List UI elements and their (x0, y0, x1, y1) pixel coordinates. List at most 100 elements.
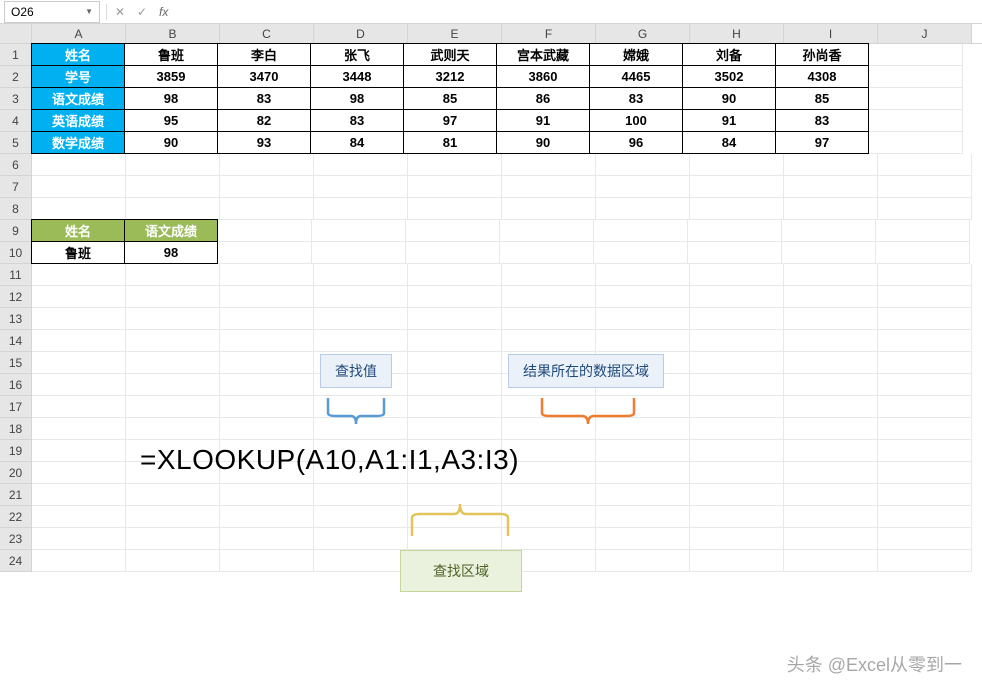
cell[interactable] (784, 374, 878, 396)
row-header[interactable]: 8 (0, 198, 32, 220)
row-header[interactable]: 1 (0, 44, 32, 66)
cell[interactable]: 宫本武藏 (496, 43, 590, 66)
row-header[interactable]: 14 (0, 330, 32, 352)
cell[interactable]: 93 (217, 131, 311, 154)
cell[interactable] (126, 418, 220, 440)
cell[interactable] (314, 286, 408, 308)
chevron-down-icon[interactable]: ▼ (85, 7, 93, 16)
cell[interactable] (32, 418, 126, 440)
cell[interactable] (784, 440, 878, 462)
cell[interactable] (32, 198, 126, 220)
cell[interactable] (314, 308, 408, 330)
row-header[interactable]: 5 (0, 132, 32, 154)
cell[interactable] (596, 198, 690, 220)
cell[interactable] (314, 264, 408, 286)
cell[interactable] (408, 308, 502, 330)
cell[interactable] (220, 352, 314, 374)
cell[interactable] (220, 198, 314, 220)
cell[interactable] (408, 330, 502, 352)
cell[interactable] (32, 462, 126, 484)
cell[interactable] (784, 286, 878, 308)
cancel-icon[interactable]: ✕ (109, 3, 131, 21)
cell[interactable] (784, 506, 878, 528)
cell[interactable] (314, 506, 408, 528)
cell[interactable] (502, 308, 596, 330)
cell[interactable] (784, 198, 878, 220)
cell[interactable] (878, 528, 972, 550)
cell[interactable]: 3212 (403, 65, 497, 88)
cell[interactable] (502, 286, 596, 308)
cell[interactable] (690, 330, 784, 352)
cell[interactable]: 85 (775, 87, 869, 110)
cell[interactable] (406, 242, 500, 264)
cell[interactable] (408, 374, 502, 396)
cell[interactable] (878, 264, 972, 286)
row-header[interactable]: 6 (0, 154, 32, 176)
select-all-corner[interactable] (0, 24, 32, 43)
cell[interactable] (126, 176, 220, 198)
cell[interactable] (502, 198, 596, 220)
cell[interactable] (126, 506, 220, 528)
cell[interactable] (784, 418, 878, 440)
col-header-A[interactable]: A (32, 24, 126, 43)
cell[interactable]: 84 (682, 131, 776, 154)
cell[interactable]: 90 (682, 87, 776, 110)
row-header[interactable]: 16 (0, 374, 32, 396)
col-header-J[interactable]: J (878, 24, 972, 43)
cell[interactable] (126, 550, 220, 572)
cell[interactable] (406, 220, 500, 242)
cell[interactable] (32, 550, 126, 572)
cell[interactable] (218, 220, 312, 242)
cell[interactable]: 3860 (496, 65, 590, 88)
cell[interactable] (32, 396, 126, 418)
cell[interactable]: 83 (589, 87, 683, 110)
cell[interactable] (784, 264, 878, 286)
cell[interactable] (126, 264, 220, 286)
col-header-H[interactable]: H (690, 24, 784, 43)
cell[interactable] (126, 154, 220, 176)
cell[interactable]: 嫦娥 (589, 43, 683, 66)
cell[interactable] (690, 506, 784, 528)
cell[interactable] (690, 374, 784, 396)
name-box[interactable]: O26 ▼ (4, 1, 100, 23)
cell[interactable]: 数学成绩 (31, 131, 125, 154)
cell[interactable] (314, 484, 408, 506)
cell[interactable] (690, 352, 784, 374)
row-header[interactable]: 7 (0, 176, 32, 198)
cell[interactable] (869, 132, 963, 154)
cell[interactable] (218, 242, 312, 264)
cell[interactable]: 97 (775, 131, 869, 154)
cell[interactable] (878, 154, 972, 176)
cell[interactable] (314, 198, 408, 220)
cell[interactable] (500, 242, 594, 264)
cell[interactable] (220, 396, 314, 418)
cell[interactable] (784, 176, 878, 198)
cell[interactable] (502, 154, 596, 176)
cell[interactable] (408, 154, 502, 176)
row-header[interactable]: 24 (0, 550, 32, 572)
cell[interactable]: 4465 (589, 65, 683, 88)
cell[interactable]: 语文成绩 (124, 219, 218, 242)
cell[interactable]: 86 (496, 87, 590, 110)
cell[interactable] (408, 176, 502, 198)
cell[interactable] (878, 462, 972, 484)
cell[interactable]: 82 (217, 109, 311, 132)
cell[interactable] (502, 484, 596, 506)
cell[interactable] (690, 176, 784, 198)
row-header[interactable]: 9 (0, 220, 32, 242)
cell[interactable] (878, 374, 972, 396)
cell[interactable] (596, 550, 690, 572)
cell[interactable] (408, 418, 502, 440)
cell[interactable] (690, 308, 784, 330)
row-header[interactable]: 3 (0, 88, 32, 110)
cell[interactable]: 91 (682, 109, 776, 132)
row-header[interactable]: 18 (0, 418, 32, 440)
col-header-E[interactable]: E (408, 24, 502, 43)
row-header[interactable]: 23 (0, 528, 32, 550)
cell[interactable] (220, 286, 314, 308)
cell[interactable] (596, 330, 690, 352)
cell[interactable] (126, 308, 220, 330)
row-header[interactable]: 13 (0, 308, 32, 330)
cell[interactable]: 90 (496, 131, 590, 154)
cell[interactable] (878, 308, 972, 330)
